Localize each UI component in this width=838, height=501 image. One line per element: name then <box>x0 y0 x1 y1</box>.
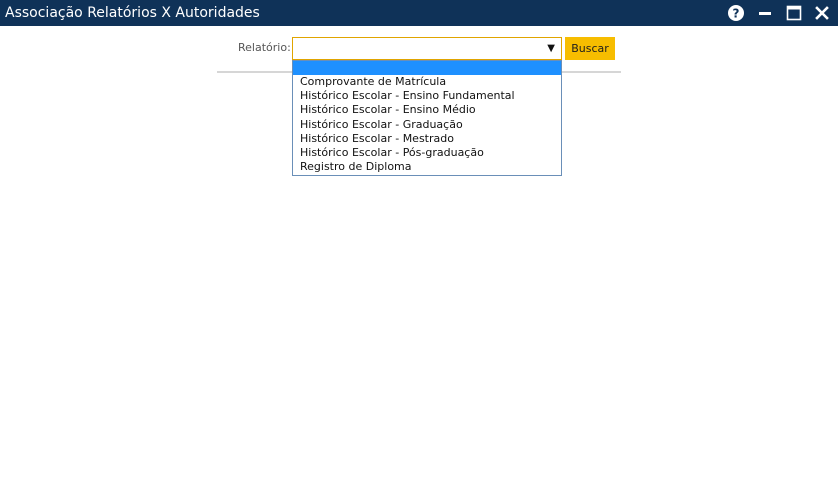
close-icon[interactable] <box>813 4 831 22</box>
dropdown-option-empty[interactable] <box>293 61 561 75</box>
dropdown-option[interactable]: Histórico Escolar - Mestrado <box>293 132 561 146</box>
window-title: Associação Relatórios X Autoridades <box>5 5 260 21</box>
title-bar: Associação Relatórios X Autoridades ? <box>0 0 838 26</box>
dropdown-option[interactable]: Histórico Escolar - Ensino Fundamental <box>293 89 561 103</box>
dropdown-option[interactable]: Comprovante de Matrícula <box>293 75 561 89</box>
buscar-button[interactable]: Buscar <box>565 37 615 60</box>
dropdown-option[interactable]: Registro de Diploma <box>293 160 561 174</box>
maximize-icon[interactable] <box>785 4 803 22</box>
relatorio-select[interactable]: ▼ <box>292 37 562 60</box>
help-icon[interactable]: ? <box>727 4 745 22</box>
dropdown-option[interactable]: Histórico Escolar - Graduação <box>293 118 561 132</box>
dropdown-option[interactable]: Histórico Escolar - Pós-graduação <box>293 146 561 160</box>
svg-text:?: ? <box>733 7 740 21</box>
minimize-icon[interactable] <box>756 4 774 22</box>
relatorio-label: Relatório: <box>238 41 291 54</box>
dropdown-arrow-icon: ▼ <box>547 43 555 54</box>
dropdown-option[interactable]: Histórico Escolar - Ensino Médio <box>293 103 561 117</box>
relatorio-dropdown-list: Comprovante de Matrícula Histórico Escol… <box>292 60 562 176</box>
